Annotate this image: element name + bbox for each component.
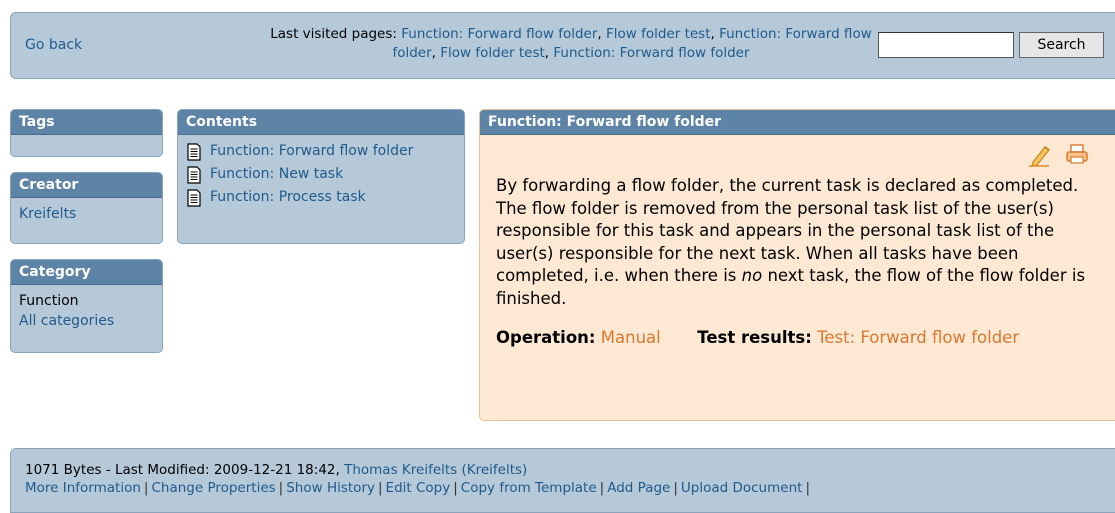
creator-header: Creator [11, 173, 162, 198]
last-visited-pages: Last visited pages: Function: Forward fl… [270, 26, 872, 61]
article-panel: Function: Forward flow folder By forward… [479, 109, 1115, 421]
show-history-link[interactable]: Show History [286, 480, 375, 496]
last-visited-label: Last visited pages: [270, 26, 397, 42]
last-visited-link[interactable]: Flow folder test [606, 26, 711, 42]
separator: | [377, 480, 383, 496]
contents-item[interactable]: Function: Forward flow folder [186, 140, 456, 163]
separator: | [453, 480, 458, 496]
creator-panel: Creator Kreifelts [10, 172, 163, 244]
creator-link[interactable]: Kreifelts [19, 206, 76, 222]
separator: | [673, 480, 678, 496]
separator: | [143, 480, 149, 496]
last-visited-link[interactable]: Function: Forward flow folder [401, 26, 597, 42]
category-header: Category [11, 260, 162, 285]
top-bar: Go back Last visited pages: Function: Fo… [10, 12, 1115, 79]
tags-header: Tags [11, 110, 162, 135]
page-info: 1071 Bytes - Last Modified: 2009-12-21 1… [25, 461, 1115, 479]
article-title: Function: Forward flow folder [480, 110, 1115, 135]
footer-actions: More Information | Change Properties | Show … [25, 479, 1115, 497]
article-body: By forwarding a flow folder, the current… [480, 135, 1115, 347]
contents-link[interactable]: Function: Forward flow folder [210, 140, 413, 163]
last-visited-link[interactable]: Flow folder test [440, 45, 545, 61]
separator: | [805, 480, 810, 496]
contents-link[interactable]: Function: New task [210, 163, 343, 186]
separator: | [599, 480, 605, 496]
upload-document-link[interactable]: Upload Document [681, 480, 803, 496]
author-link[interactable]: Thomas Kreifelts (Kreifelts) [344, 462, 527, 478]
contents-panel: Contents Function: Forward flow folder F… [177, 109, 465, 244]
search-button[interactable]: Search [1019, 32, 1104, 58]
test-results-label: Test results: [697, 328, 812, 347]
change-properties-link[interactable]: Change Properties [151, 480, 275, 496]
test-results-link[interactable]: Test: Forward flow folder [817, 328, 1019, 347]
article-tools [1027, 143, 1089, 167]
add-page-link[interactable]: Add Page [607, 480, 670, 496]
document-icon [187, 188, 201, 207]
article-text-emphasis: no [741, 266, 763, 285]
article-text: By forwarding a flow folder, the current… [496, 175, 1091, 310]
contents-link[interactable]: Function: Process task [210, 186, 366, 209]
tags-panel: Tags [10, 109, 163, 157]
more-information-link[interactable]: More Information [25, 480, 141, 496]
contents-item[interactable]: Function: Process task [186, 186, 456, 209]
print-icon[interactable] [1065, 143, 1089, 165]
edit-pencil-icon[interactable] [1027, 143, 1053, 167]
go-back-link[interactable]: Go back [25, 37, 82, 53]
search-input[interactable] [878, 32, 1014, 58]
category-value: Function [19, 293, 79, 309]
document-icon [187, 142, 201, 161]
separator: | [278, 480, 284, 496]
contents-header: Contents [178, 110, 464, 135]
category-panel: Category Function All categories [10, 259, 163, 353]
contents-item[interactable]: Function: New task [186, 163, 456, 186]
operation-link[interactable]: Manual [601, 328, 661, 347]
last-visited-link[interactable]: Function: Forward flow folder [553, 45, 749, 61]
operation-label: Operation: [496, 328, 596, 347]
document-icon [187, 165, 201, 184]
page-info-text: 1071 Bytes - Last Modified: 2009-12-21 1… [25, 462, 340, 478]
copy-from-template-link[interactable]: Copy from Template [461, 480, 597, 496]
all-categories-link[interactable]: All categories [19, 313, 114, 329]
article-meta: Operation: Manual Test results: Test: Fo… [496, 328, 1083, 347]
footer: 1071 Bytes - Last Modified: 2009-12-21 1… [10, 448, 1115, 513]
edit-copy-link[interactable]: Edit Copy [386, 480, 451, 496]
